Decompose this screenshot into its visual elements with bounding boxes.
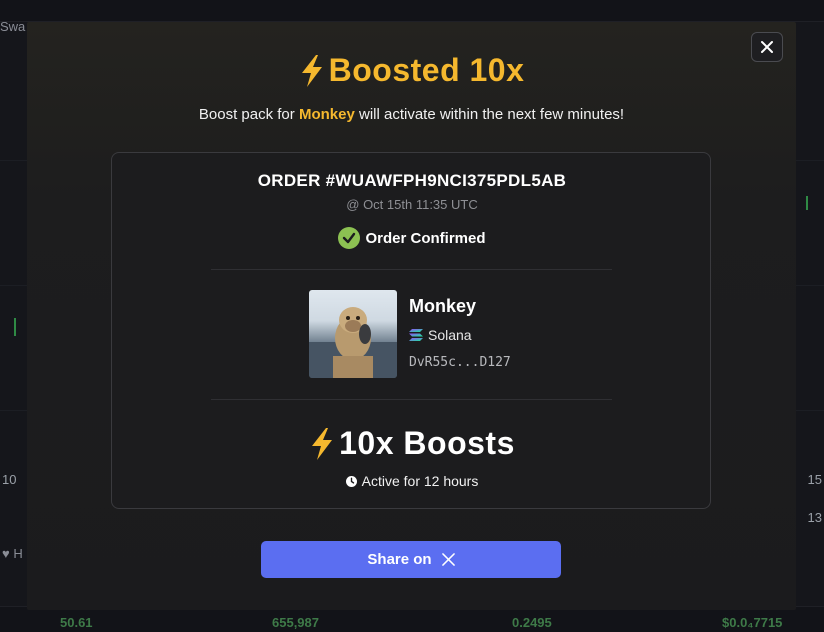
- boost-duration-text: Active for 12 hours: [361, 473, 479, 489]
- solana-icon: [409, 329, 423, 341]
- background-axis-label: 10: [2, 472, 17, 487]
- lightning-bolt-icon: [312, 427, 333, 460]
- background-stat: 0.2495: [512, 615, 552, 630]
- divider: [211, 269, 612, 270]
- order-number: ORDER #WUAWFPH9NCI375PDL5AB: [257, 171, 567, 190]
- share-on-x-button[interactable]: Share on: [261, 541, 561, 578]
- boost-amount: 10x Boosts: [112, 425, 712, 462]
- clock-icon: [345, 475, 357, 487]
- modal-subtitle: Boost pack for Monkey will activate with…: [27, 106, 796, 123]
- background-topbar: [0, 0, 824, 22]
- modal-title: Boosted 10x: [27, 52, 796, 89]
- token-name: Monkey: [409, 296, 477, 316]
- token-chain: Solana: [409, 327, 472, 343]
- background-axis-label: 13: [807, 510, 822, 525]
- token-chain-label: Solana: [428, 327, 472, 343]
- background-stat: 655,987: [272, 615, 319, 630]
- divider: [211, 399, 612, 400]
- share-button-label: Share on: [367, 551, 432, 568]
- x-logo-icon: [441, 553, 455, 566]
- token-avatar: [309, 290, 397, 378]
- order-status-text: Order Confirmed: [365, 229, 486, 247]
- background-stat: $0.0₄7715: [722, 615, 783, 630]
- boost-amount-text: 10x Boosts: [339, 425, 515, 461]
- token-address[interactable]: DvR55c...D127: [409, 355, 511, 370]
- order-status: Order Confirmed: [112, 227, 712, 249]
- boost-success-modal: Boosted 10x Boost pack for Monkey will a…: [27, 22, 796, 610]
- background-watchlist: ♥ H: [2, 546, 23, 561]
- subtitle-suffix: will activate within the next few minute…: [354, 106, 625, 123]
- subtitle-prefix: Boost pack for: [198, 106, 299, 123]
- lightning-bolt-icon: [301, 54, 322, 87]
- chart-candle: [806, 196, 808, 210]
- background-swap-label: Swa: [0, 19, 26, 34]
- order-card: ORDER #WUAWFPH9NCI375PDL5AB @ Oct 15th 1…: [111, 152, 711, 509]
- boost-duration: Active for 12 hours: [112, 473, 712, 489]
- subtitle-token: Monkey: [298, 106, 355, 123]
- chart-candle: [14, 318, 16, 336]
- background-stat: 50.61: [60, 615, 93, 630]
- background-heart-label: H: [13, 546, 23, 561]
- check-circle-icon: [338, 227, 361, 249]
- order-timestamp: @ Oct 15th 11:35 UTC: [346, 197, 478, 212]
- modal-title-text: Boosted 10x: [328, 52, 525, 88]
- background-axis-label: 15: [807, 472, 822, 487]
